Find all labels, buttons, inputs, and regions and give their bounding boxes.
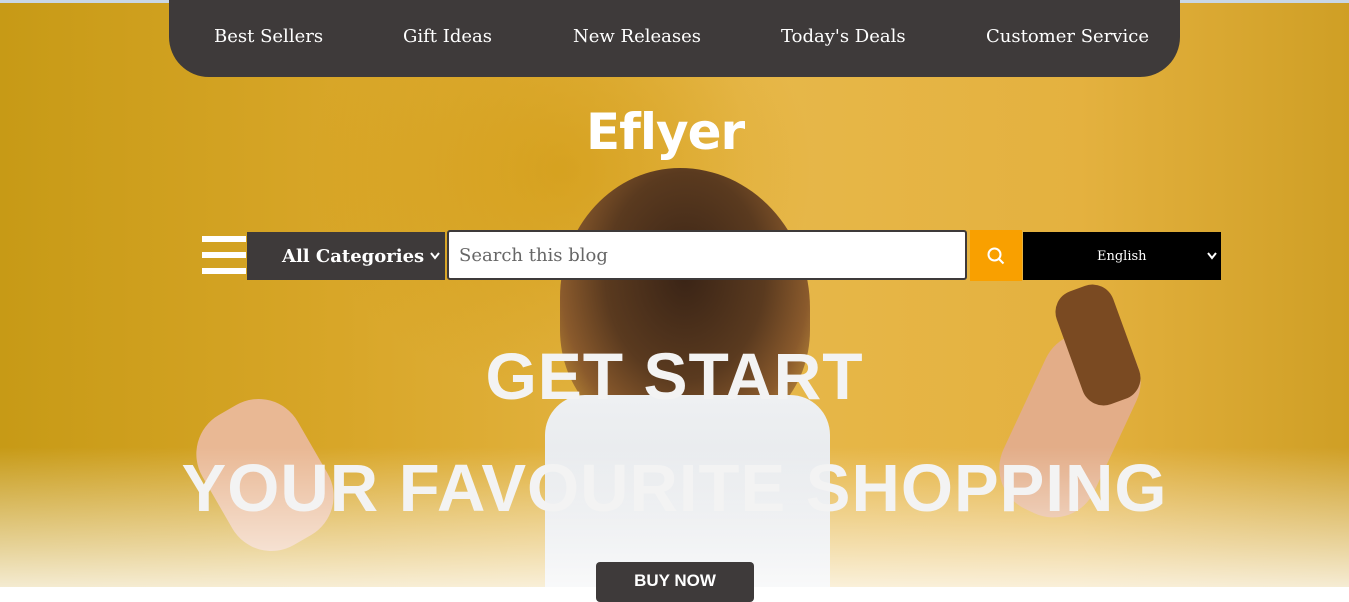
site-logo[interactable]: Eflyer bbox=[586, 103, 745, 161]
hamburger-icon[interactable] bbox=[202, 236, 246, 274]
nav-gift-ideas[interactable]: Gift Ideas bbox=[403, 26, 492, 47]
nav-best-sellers[interactable]: Best Sellers bbox=[214, 26, 323, 47]
nav-customer-service[interactable]: Customer Service bbox=[986, 26, 1149, 47]
nav-todays-deals[interactable]: Today's Deals bbox=[781, 26, 906, 47]
top-nav: Best Sellers Gift Ideas New Releases Tod… bbox=[169, 0, 1180, 77]
chevron-down-icon bbox=[1207, 252, 1217, 260]
language-select[interactable]: English bbox=[1023, 232, 1221, 280]
chevron-down-icon bbox=[430, 252, 440, 260]
search-input[interactable] bbox=[447, 230, 967, 280]
search-icon bbox=[987, 247, 1005, 265]
search-button[interactable] bbox=[970, 230, 1022, 281]
language-select-value: English bbox=[1097, 249, 1147, 264]
buy-now-button[interactable]: BUY NOW bbox=[596, 562, 754, 602]
category-select[interactable]: All Categories bbox=[247, 232, 445, 280]
hero-headline-1: GET START bbox=[485, 339, 864, 413]
nav-new-releases[interactable]: New Releases bbox=[573, 26, 701, 47]
category-select-value: All Categories bbox=[282, 246, 425, 267]
hero-headline-2: YOUR FAVOURITE SHOPPING bbox=[181, 451, 1168, 526]
